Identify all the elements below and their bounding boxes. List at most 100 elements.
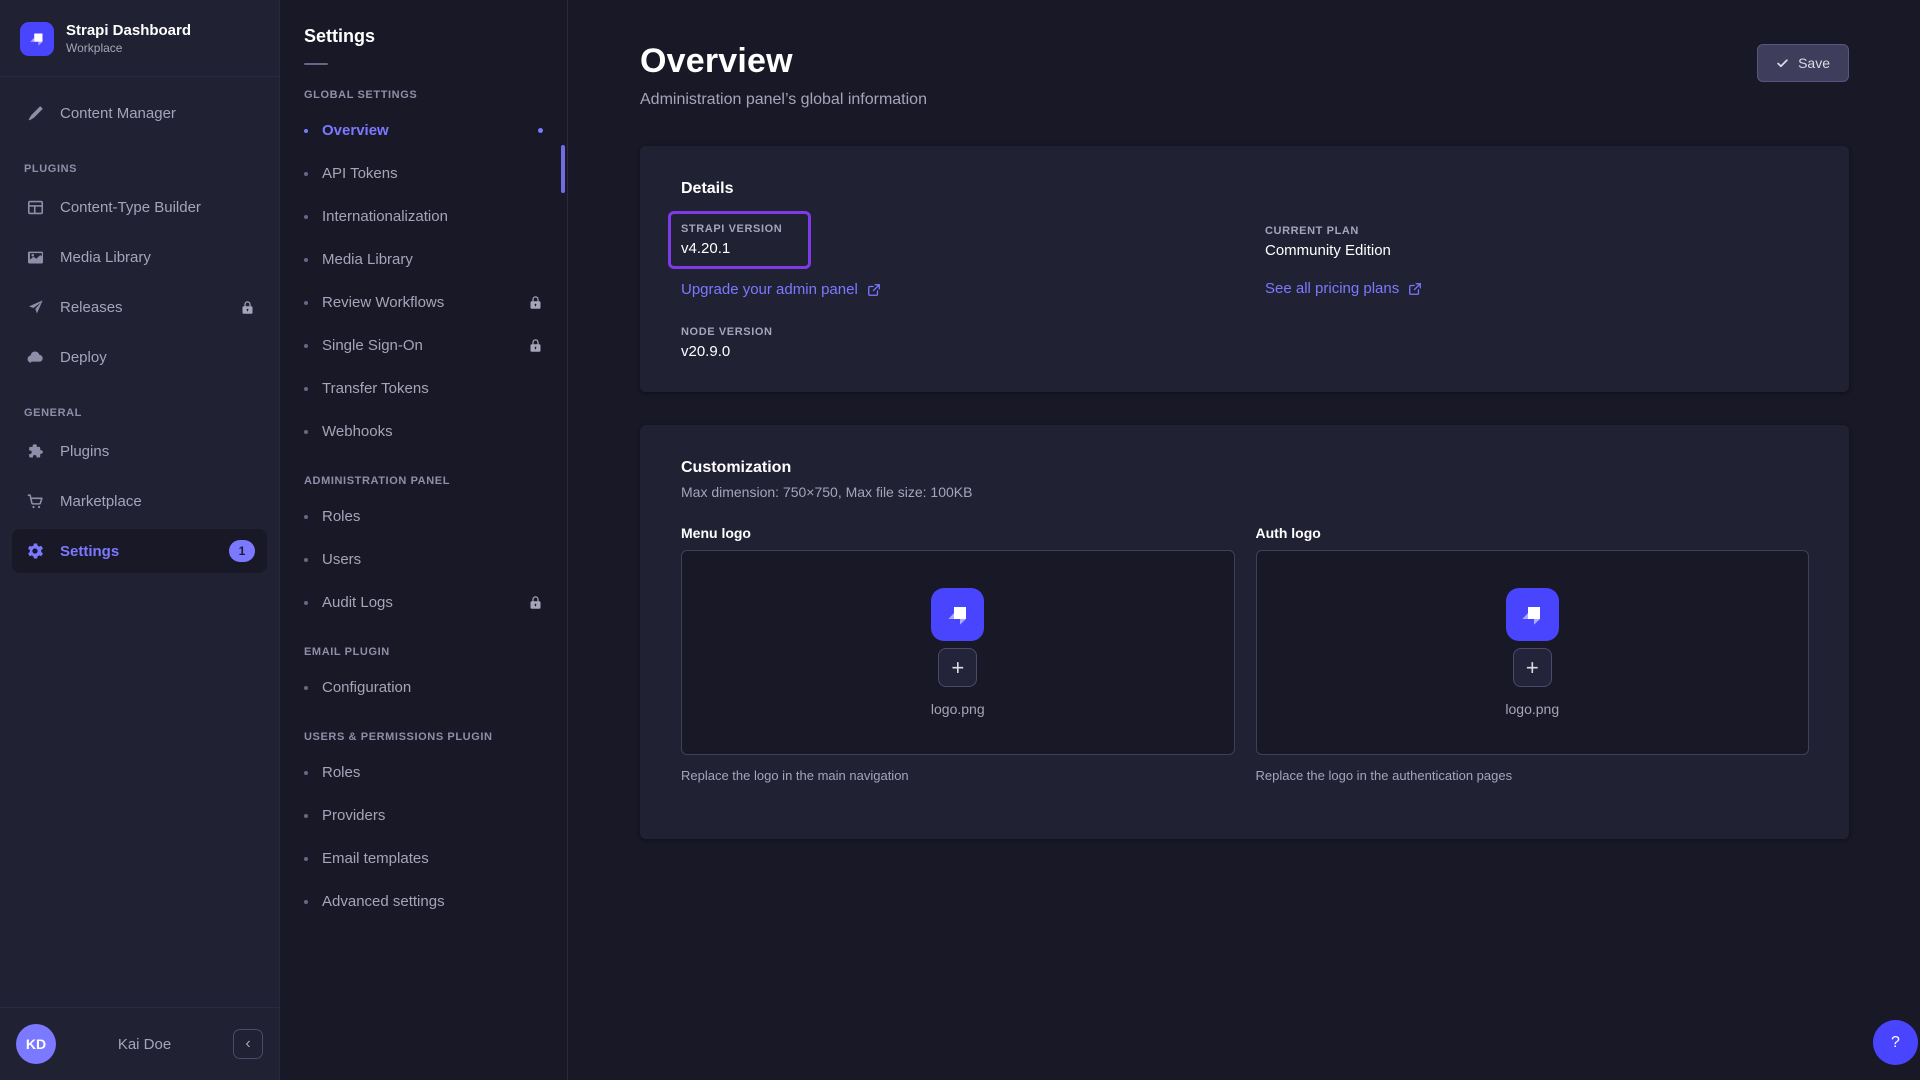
subnav-scrollbar-thumb[interactable] [561, 145, 565, 193]
subnav-item-internationalization[interactable]: Internationalization [292, 197, 555, 236]
subnav-item-providers[interactable]: Providers [292, 796, 555, 835]
nav-item-releases[interactable]: Releases [12, 285, 267, 329]
subnav-item-media-library[interactable]: Media Library [292, 240, 555, 279]
settings-subnav: Settings GLOBAL SETTINGS Overview API To… [280, 0, 568, 1080]
menu-logo-filename: logo.png [931, 701, 985, 717]
auth-logo-label: Auth logo [1256, 525, 1810, 541]
main-nav-list: Content Manager PLUGINS Content-Type Bui… [0, 77, 279, 579]
collapse-sidebar-button[interactable]: ‹ [233, 1029, 263, 1059]
strapi-version-value: v4.20.1 [681, 240, 782, 257]
customization-card: Customization Max dimension: 750×750, Ma… [640, 425, 1849, 839]
cart-icon [24, 490, 46, 512]
update-dot-icon [538, 128, 543, 133]
help-button[interactable]: ? [1873, 1020, 1918, 1065]
subnav-item-email-templates[interactable]: Email templates [292, 839, 555, 878]
subnav-title: Settings [280, 26, 567, 47]
details-left-column: STRAPI VERSION v4.20.1 Upgrade your admi… [681, 211, 1225, 360]
nav-item-deploy[interactable]: Deploy [12, 335, 267, 379]
strapi-logo-icon [20, 22, 54, 56]
image-icon [24, 246, 46, 268]
subnav-item-overview[interactable]: Overview [292, 111, 555, 150]
nav-item-plugins[interactable]: Plugins [12, 429, 267, 473]
lock-icon [240, 300, 255, 315]
nav-section-general: GENERAL [12, 385, 267, 429]
bullet-icon [304, 172, 308, 176]
subnav-item-up-roles[interactable]: Roles [292, 753, 555, 792]
add-auth-logo-button[interactable]: + [1513, 648, 1552, 687]
node-version-value: v20.9.0 [681, 343, 1225, 360]
bullet-icon [304, 344, 308, 348]
app-screen: Strapi Dashboard Workplace Content Manag… [0, 0, 1920, 1080]
subnav-item-transfer-tokens[interactable]: Transfer Tokens [292, 369, 555, 408]
layout-icon [24, 196, 46, 218]
bullet-icon [304, 558, 308, 562]
auth-logo-caption: Replace the logo in the authentication p… [1256, 768, 1810, 783]
nav-item-content-type-builder[interactable]: Content-Type Builder [12, 185, 267, 229]
bullet-icon [304, 814, 308, 818]
pricing-plans-link[interactable]: See all pricing plans [1265, 280, 1422, 297]
strapi-logo-icon [1506, 588, 1559, 641]
nav-section-plugins: PLUGINS [12, 141, 267, 185]
details-title: Details [681, 180, 1809, 198]
bullet-icon [304, 430, 308, 434]
cloud-icon [24, 346, 46, 368]
subnav-item-review-workflows[interactable]: Review Workflows [292, 283, 555, 322]
subnav-item-admin-users[interactable]: Users [292, 540, 555, 579]
bullet-icon [304, 515, 308, 519]
strapi-version-highlight-box: STRAPI VERSION v4.20.1 [668, 211, 811, 269]
bullet-icon [304, 900, 308, 904]
nav-item-marketplace[interactable]: Marketplace [12, 479, 267, 523]
subnav-item-webhooks[interactable]: Webhooks [292, 412, 555, 451]
menu-logo-caption: Replace the logo in the main navigation [681, 768, 1235, 783]
nav-item-label: Media Library [60, 249, 151, 266]
node-version-label: NODE VERSION [681, 326, 1225, 338]
current-plan-value: Community Edition [1265, 242, 1809, 259]
strapi-version-label: STRAPI VERSION [681, 223, 782, 235]
bullet-icon [304, 771, 308, 775]
external-link-icon [867, 283, 881, 297]
bullet-icon [304, 857, 308, 861]
menu-logo-upload-box[interactable]: + logo.png [681, 550, 1235, 755]
gear-icon [24, 540, 46, 562]
workspace-subtitle: Workplace [66, 41, 191, 56]
bullet-icon [304, 686, 308, 690]
subnav-item-single-sign-on[interactable]: Single Sign-On [292, 326, 555, 365]
workspace-header[interactable]: Strapi Dashboard Workplace [0, 0, 279, 76]
check-icon [1776, 57, 1789, 70]
avatar[interactable]: KD [16, 1024, 56, 1064]
bullet-icon [304, 129, 308, 133]
upgrade-admin-panel-link[interactable]: Upgrade your admin panel [681, 281, 881, 298]
subnav-item-api-tokens[interactable]: API Tokens [292, 154, 555, 193]
subnav-section-global-settings: GLOBAL SETTINGS [292, 69, 555, 111]
bullet-icon [304, 601, 308, 605]
user-footer: KD Kai Doe ‹ [0, 1007, 279, 1080]
add-menu-logo-button[interactable]: + [938, 648, 977, 687]
bullet-icon [304, 301, 308, 305]
nav-item-label: Content-Type Builder [60, 199, 201, 216]
lock-icon [528, 595, 543, 610]
pen-icon [24, 102, 46, 124]
lock-icon [528, 338, 543, 353]
subnav-item-advanced-settings[interactable]: Advanced settings [292, 882, 555, 921]
menu-logo-label: Menu logo [681, 525, 1235, 541]
nav-item-label: Settings [60, 543, 119, 560]
paper-plane-icon [24, 296, 46, 318]
nav-item-content-manager[interactable]: Content Manager [12, 91, 267, 135]
main-content: Overview Administration panel’s global i… [568, 0, 1920, 1080]
page-title: Overview [640, 42, 927, 81]
nav-item-label: Content Manager [60, 105, 176, 122]
subnav-section-email-plugin: EMAIL PLUGIN [292, 626, 555, 668]
customization-constraints: Max dimension: 750×750, Max file size: 1… [681, 484, 1809, 500]
workspace-title: Strapi Dashboard [66, 22, 191, 41]
nav-item-label: Releases [60, 299, 123, 316]
lock-icon [528, 295, 543, 310]
nav-item-media-library[interactable]: Media Library [12, 235, 267, 279]
subnav-item-email-configuration[interactable]: Configuration [292, 668, 555, 707]
nav-item-settings[interactable]: Settings 1 [12, 529, 267, 573]
subnav-item-audit-logs[interactable]: Audit Logs [292, 583, 555, 622]
nav-item-label: Plugins [60, 443, 109, 460]
puzzle-icon [24, 440, 46, 462]
subnav-item-admin-roles[interactable]: Roles [292, 497, 555, 536]
save-button[interactable]: Save [1757, 44, 1849, 82]
auth-logo-upload-box[interactable]: + logo.png [1256, 550, 1810, 755]
